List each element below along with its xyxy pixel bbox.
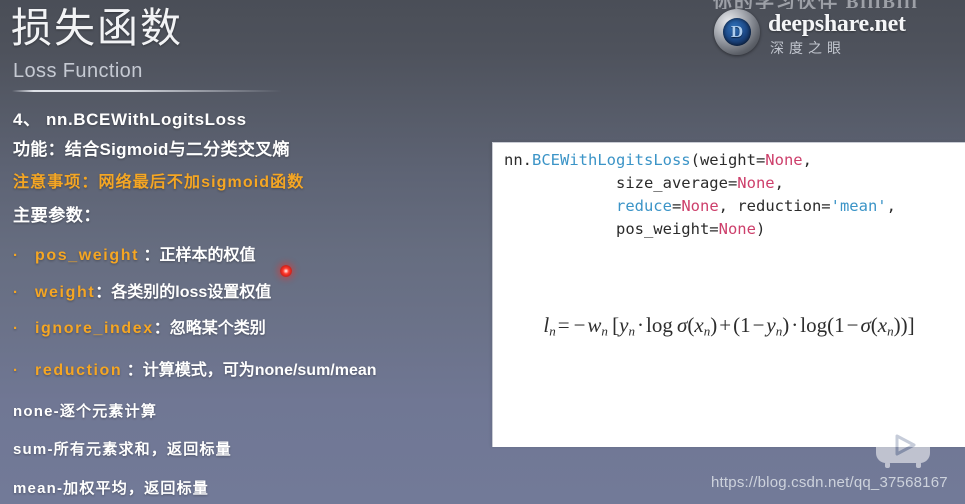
bilibili-tv-icon: [876, 415, 930, 468]
bilibili-play-watermark: [867, 414, 939, 472]
param-description: ：各类别的loss设置权值: [95, 284, 272, 301]
list-item: · reduction ：计算模式，可为none/sum/mean: [13, 356, 377, 380]
bullet-dot-icon: ·: [13, 362, 18, 379]
reduction-mode-mean: mean-加权平均，返回标量: [13, 480, 209, 497]
code-token-classname: BCEWithLogitsLoss: [532, 151, 691, 169]
param-description: ：忽略某个类别: [153, 320, 266, 337]
bullet-dot-icon: ·: [13, 284, 18, 301]
laser-pointer-dot: [280, 265, 292, 277]
param-description: ：正样本的权值: [139, 247, 256, 264]
code-token: size_average=: [504, 174, 738, 192]
list-item: · pos_weight ：正样本的权值: [13, 241, 255, 265]
brand-name: deepshare.net: [768, 11, 906, 37]
param-keyword: pos_weight: [35, 247, 140, 264]
list-item: · weight：各类别的loss设置权值: [13, 278, 271, 302]
deepshare-eye-icon: D: [714, 9, 760, 55]
code-token: nn.: [504, 151, 532, 169]
code-signature-block: nn.BCEWithLogitsLoss(weight=None, size_a…: [504, 149, 896, 241]
code-token: ,: [886, 197, 896, 215]
list-item: · ignore_index：忽略某个类别: [13, 314, 266, 338]
code-token: (weight=: [690, 151, 766, 169]
brand-logo: D deepshare.net 深度之眼: [714, 4, 964, 56]
function-description: 功能：结合Sigmoid与二分类交叉熵: [13, 140, 290, 159]
source-url-watermark: https://blog.csdn.net/qq_37568167: [711, 474, 948, 491]
code-formula-panel: nn.BCEWithLogitsLoss(weight=None, size_a…: [492, 142, 965, 447]
param-keyword: weight: [35, 284, 96, 301]
brand-subtitle: 深度之眼: [770, 40, 846, 56]
slide-content-left: 4、 nn.BCEWithLogitsLoss 功能：结合Sigmoid与二分类…: [0, 100, 492, 504]
param-keyword: ignore_index: [35, 320, 154, 337]
title-divider: [12, 90, 282, 92]
code-token: ,: [802, 151, 812, 169]
reduction-mode-none: none-逐个元素计算: [13, 403, 158, 420]
param-description: ：计算模式，可为none/sum/mean: [122, 362, 377, 379]
main-params-heading: 主要参数：: [13, 206, 101, 225]
loss-formula: ln= −wn [yn·log σ(xn)+(1−yn)·log(1−σ(xn))…: [543, 313, 915, 339]
code-token-none: None: [765, 151, 803, 169]
page-title: 损失函数: [11, 5, 183, 51]
brand-mark-letter: D: [730, 22, 744, 41]
code-token: =: [671, 197, 682, 215]
code-token: , reduction=: [718, 197, 831, 215]
code-token: ,: [774, 174, 784, 192]
bullet-dot-icon: ·: [13, 247, 18, 264]
bullet-dot-icon: ·: [13, 320, 18, 337]
page-subtitle: Loss Function: [13, 60, 143, 82]
code-token-none: None: [718, 220, 756, 238]
slide-canvas: 损失函数 Loss Function 你的学习伙伴 BiliBili D dee…: [0, 0, 965, 504]
code-token-none: None: [681, 197, 719, 215]
code-token-argname: reduce: [615, 197, 672, 215]
caution-note: 注意事项：网络最后不加sigmoid函数: [13, 174, 305, 191]
param-keyword: reduction: [35, 362, 123, 379]
section-heading-number: 4、 nn.BCEWithLogitsLoss: [13, 110, 247, 129]
reduction-mode-sum: sum-所有元素求和，返回标量: [13, 441, 232, 458]
code-token: ): [755, 220, 766, 238]
code-token-none: None: [737, 174, 775, 192]
code-token: pos_weight=: [504, 220, 719, 238]
code-token-string: 'mean': [830, 197, 887, 215]
